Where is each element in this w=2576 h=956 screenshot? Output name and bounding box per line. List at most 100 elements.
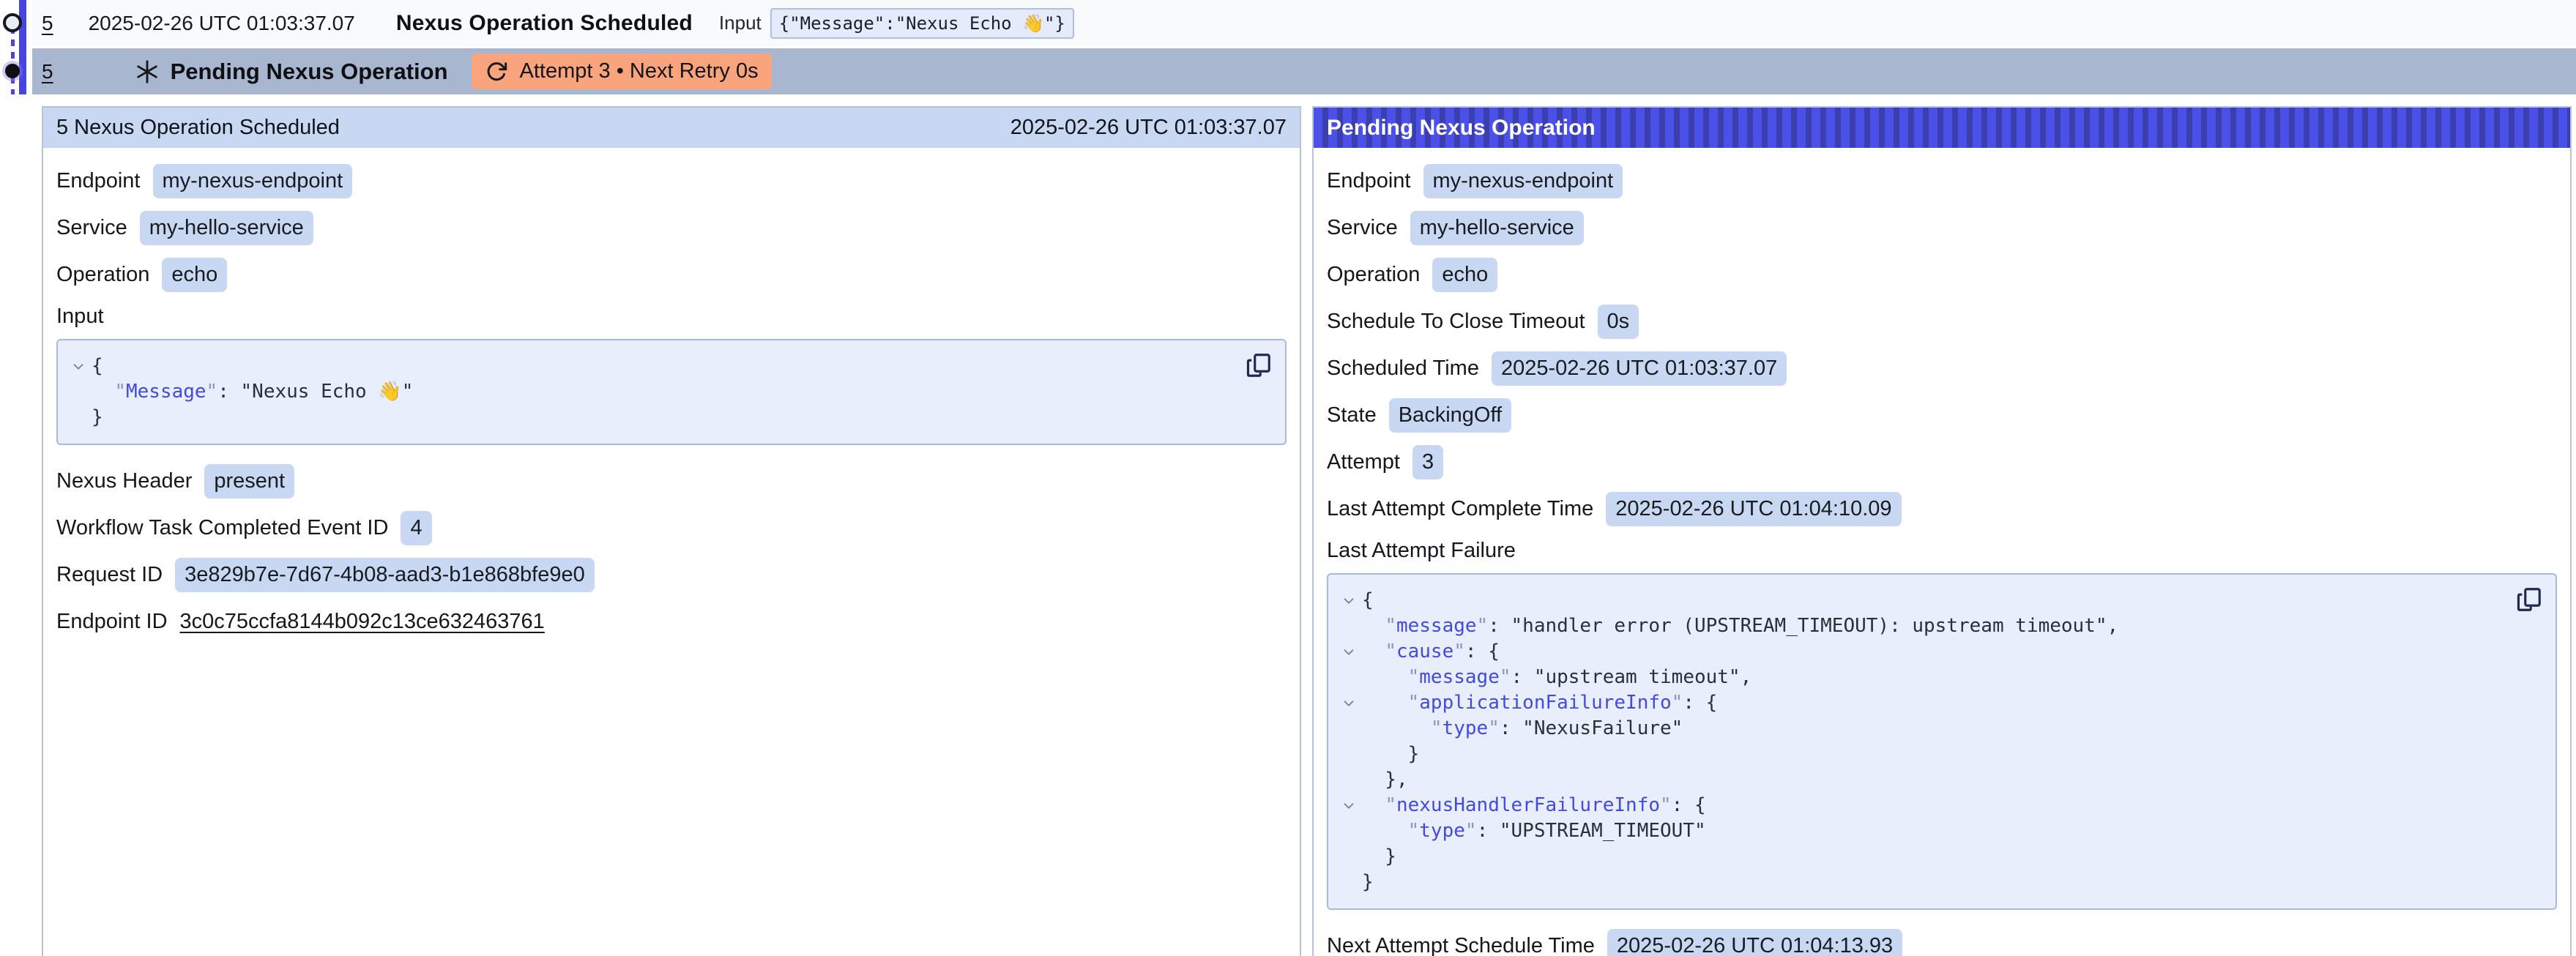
field-value-badge: my-nexus-endpoint (153, 164, 353, 198)
detail-field: Request ID 3e829b7e-7d67-4b08-aad3-b1e868… (56, 558, 1287, 592)
json-text: } (1362, 844, 1396, 870)
copy-button[interactable] (2514, 585, 2544, 614)
panel-header-pending: Pending Nexus Operation (1314, 108, 2570, 148)
json-line: "Message": "Nexus Echo 👋" (65, 379, 1238, 405)
field-label: Scheduled Time (1327, 356, 1479, 381)
field-value-badge: echo (1432, 258, 1497, 292)
json-line: "message": "upstream timeout", (1336, 665, 2509, 690)
field-value-badge: my-hello-service (140, 211, 313, 245)
detail-field: Schedule To Close Timeout 0s (1327, 305, 2557, 339)
event-id-link[interactable]: 5 (42, 60, 53, 83)
json-line: { (65, 354, 1238, 379)
field-value-badge: 0s (1598, 305, 1639, 339)
json-text: "nexusHandlerFailureInfo": { (1362, 793, 1706, 818)
panel-body: Endpointmy-nexus-endpoint Service my-hello… (43, 148, 1300, 638)
event-id-link[interactable]: 5 (42, 12, 53, 35)
json-line: "type": "NexusFailure" (1336, 716, 2509, 742)
field-label: Service (1327, 216, 1398, 240)
json-text: } (92, 405, 103, 430)
detail-field: Service my-hello-service (1327, 211, 2557, 245)
detail-field: Operation echo (56, 258, 1287, 292)
field-value-badge: 3e829b7e-7d67-4b08-aad3-b1e868bfe9e0 (175, 558, 595, 592)
field-value-link[interactable]: 3c0c75ccfa8144b092c13ce632463761 (180, 610, 545, 634)
field-value-badge: 2025-02-26 UTC 01:03:37.07 (1492, 351, 1787, 386)
copy-icon (1246, 352, 1272, 378)
event-timestamp: 2025-02-26 UTC 01:03:37.07 (89, 12, 355, 35)
detail-field: Endpointmy-nexus-endpoint (56, 164, 1287, 198)
detail-field: Last Attempt Complete Time 2025-02-26 UTC… (1327, 492, 2557, 526)
json-line: } (1336, 844, 2509, 870)
field-value-badge: my-nexus-endpoint (1423, 164, 1623, 198)
retry-icon (485, 60, 508, 83)
field-label: Operation (1327, 263, 1420, 287)
input-code-block: { "Message": "Nexus Echo 👋"} (56, 339, 1287, 445)
detail-field: Endpoint my-nexus-endpoint (1327, 164, 2557, 198)
retry-status-badge: Attempt 3 • Next Retry 0s (472, 53, 772, 89)
input-inline-label: Input (719, 12, 762, 34)
event-row-scheduled[interactable]: 5 2025-02-26 UTC 01:03:37.07 Nexus Opera… (32, 0, 2576, 46)
pending-operation-panel: Pending Nexus Operation Endpoint my-nexus… (1312, 106, 2572, 956)
json-line: "message": "handler error (UPSTREAM_TIME… (1336, 613, 2509, 639)
detail-field: Nexus Header present (56, 464, 1287, 498)
field-label: Schedule To Close Timeout (1327, 310, 1585, 334)
detail-field: Service my-hello-service (56, 211, 1287, 245)
detail-field: Attempt3 (1327, 445, 2557, 479)
field-value-badge: 4 (401, 511, 431, 545)
selected-events-accent-bar (19, 0, 26, 94)
json-line: }, (1336, 767, 2509, 793)
input-section-label: Input (56, 305, 1287, 329)
field-label: Operation (56, 263, 149, 287)
collapse-chevron-icon[interactable] (1336, 644, 1362, 660)
json-line: } (1336, 742, 2509, 767)
detail-field: Scheduled Time 2025-02-26 UTC 01:03:37.07 (1327, 351, 2557, 386)
event-dot-filled (5, 64, 20, 78)
json-lines: { "Message": "Nexus Echo 👋"} (65, 354, 1238, 430)
pending-event-title: Pending Nexus Operation (171, 59, 448, 85)
json-line: "applicationFailureInfo": { (1336, 690, 2509, 716)
collapse-chevron-icon[interactable] (1336, 695, 1362, 712)
retry-badge-label: Attempt 3 • Next Retry 0s (520, 59, 759, 83)
fields-bottom: Next Attempt Schedule Time2025-02-26 UTC… (1327, 929, 2557, 956)
json-text: "type": "NexusFailure" (1362, 716, 1683, 742)
json-text: "Message": "Nexus Echo 👋" (92, 379, 413, 405)
field-value-badge: my-hello-service (1410, 211, 1584, 245)
field-label: Service (56, 216, 127, 240)
json-text: "applicationFailureInfo": { (1362, 690, 1717, 716)
pending-star-icon (134, 59, 160, 85)
field-label: Last Attempt Complete Time (1327, 497, 1593, 521)
collapse-chevron-icon[interactable] (1336, 798, 1362, 814)
json-line: } (65, 405, 1238, 430)
collapse-chevron-icon[interactable] (65, 359, 92, 375)
json-text: { (1362, 588, 1374, 613)
failure-section-label: Last Attempt Failure (1327, 539, 2557, 563)
event-row-pending[interactable]: 5 Pending Nexus Operation Attempt 3 • Ne… (32, 48, 2576, 94)
detail-field: Endpoint ID 3c0c75ccfa8144b092c13ce632463… (56, 605, 1287, 638)
panel-body: Endpoint my-nexus-endpoint Service my-hello… (1314, 148, 2570, 956)
json-text: "type": "UPSTREAM_TIMEOUT" (1362, 818, 1706, 844)
field-label: Nexus Header (56, 469, 192, 493)
json-line: "nexusHandlerFailureInfo": { (1336, 793, 2509, 818)
panel-title: Pending Nexus Operation (1327, 116, 1596, 141)
field-value-badge: 3 (1412, 445, 1443, 479)
json-line: { (1336, 588, 2509, 613)
field-value-badge: present (204, 464, 294, 498)
json-text: } (1362, 742, 1419, 767)
json-text: }, (1362, 767, 1408, 793)
json-text: } (1362, 870, 1374, 895)
field-label: Endpoint (1327, 169, 1411, 193)
field-label: Request ID (56, 563, 163, 587)
copy-button[interactable] (1244, 351, 1273, 380)
collapse-chevron-icon[interactable] (1336, 593, 1362, 609)
failure-code-block: { "message": "handler error (UPSTREAM_TI… (1327, 573, 2557, 910)
detail-field: Operation echo (1327, 258, 2557, 292)
field-label: Endpoint ID (56, 610, 168, 634)
detail-field: Next Attempt Schedule Time2025-02-26 UTC… (1327, 929, 2557, 956)
detail-field: StateBackingOff (1327, 398, 2557, 433)
field-value-badge: BackingOff (1389, 398, 1511, 433)
field-value-badge: 2025-02-26 UTC 01:04:10.09 (1606, 492, 1901, 526)
field-value-badge: echo (162, 258, 227, 292)
json-lines: { "message": "handler error (UPSTREAM_TI… (1336, 588, 2509, 895)
json-text: "message": "handler error (UPSTREAM_TIME… (1362, 613, 2118, 639)
panel-header-scheduled: 5 Nexus Operation Scheduled 2025-02-26 U… (43, 108, 1300, 148)
panel-timestamp: 2025-02-26 UTC 01:03:37.07 (1010, 116, 1287, 140)
